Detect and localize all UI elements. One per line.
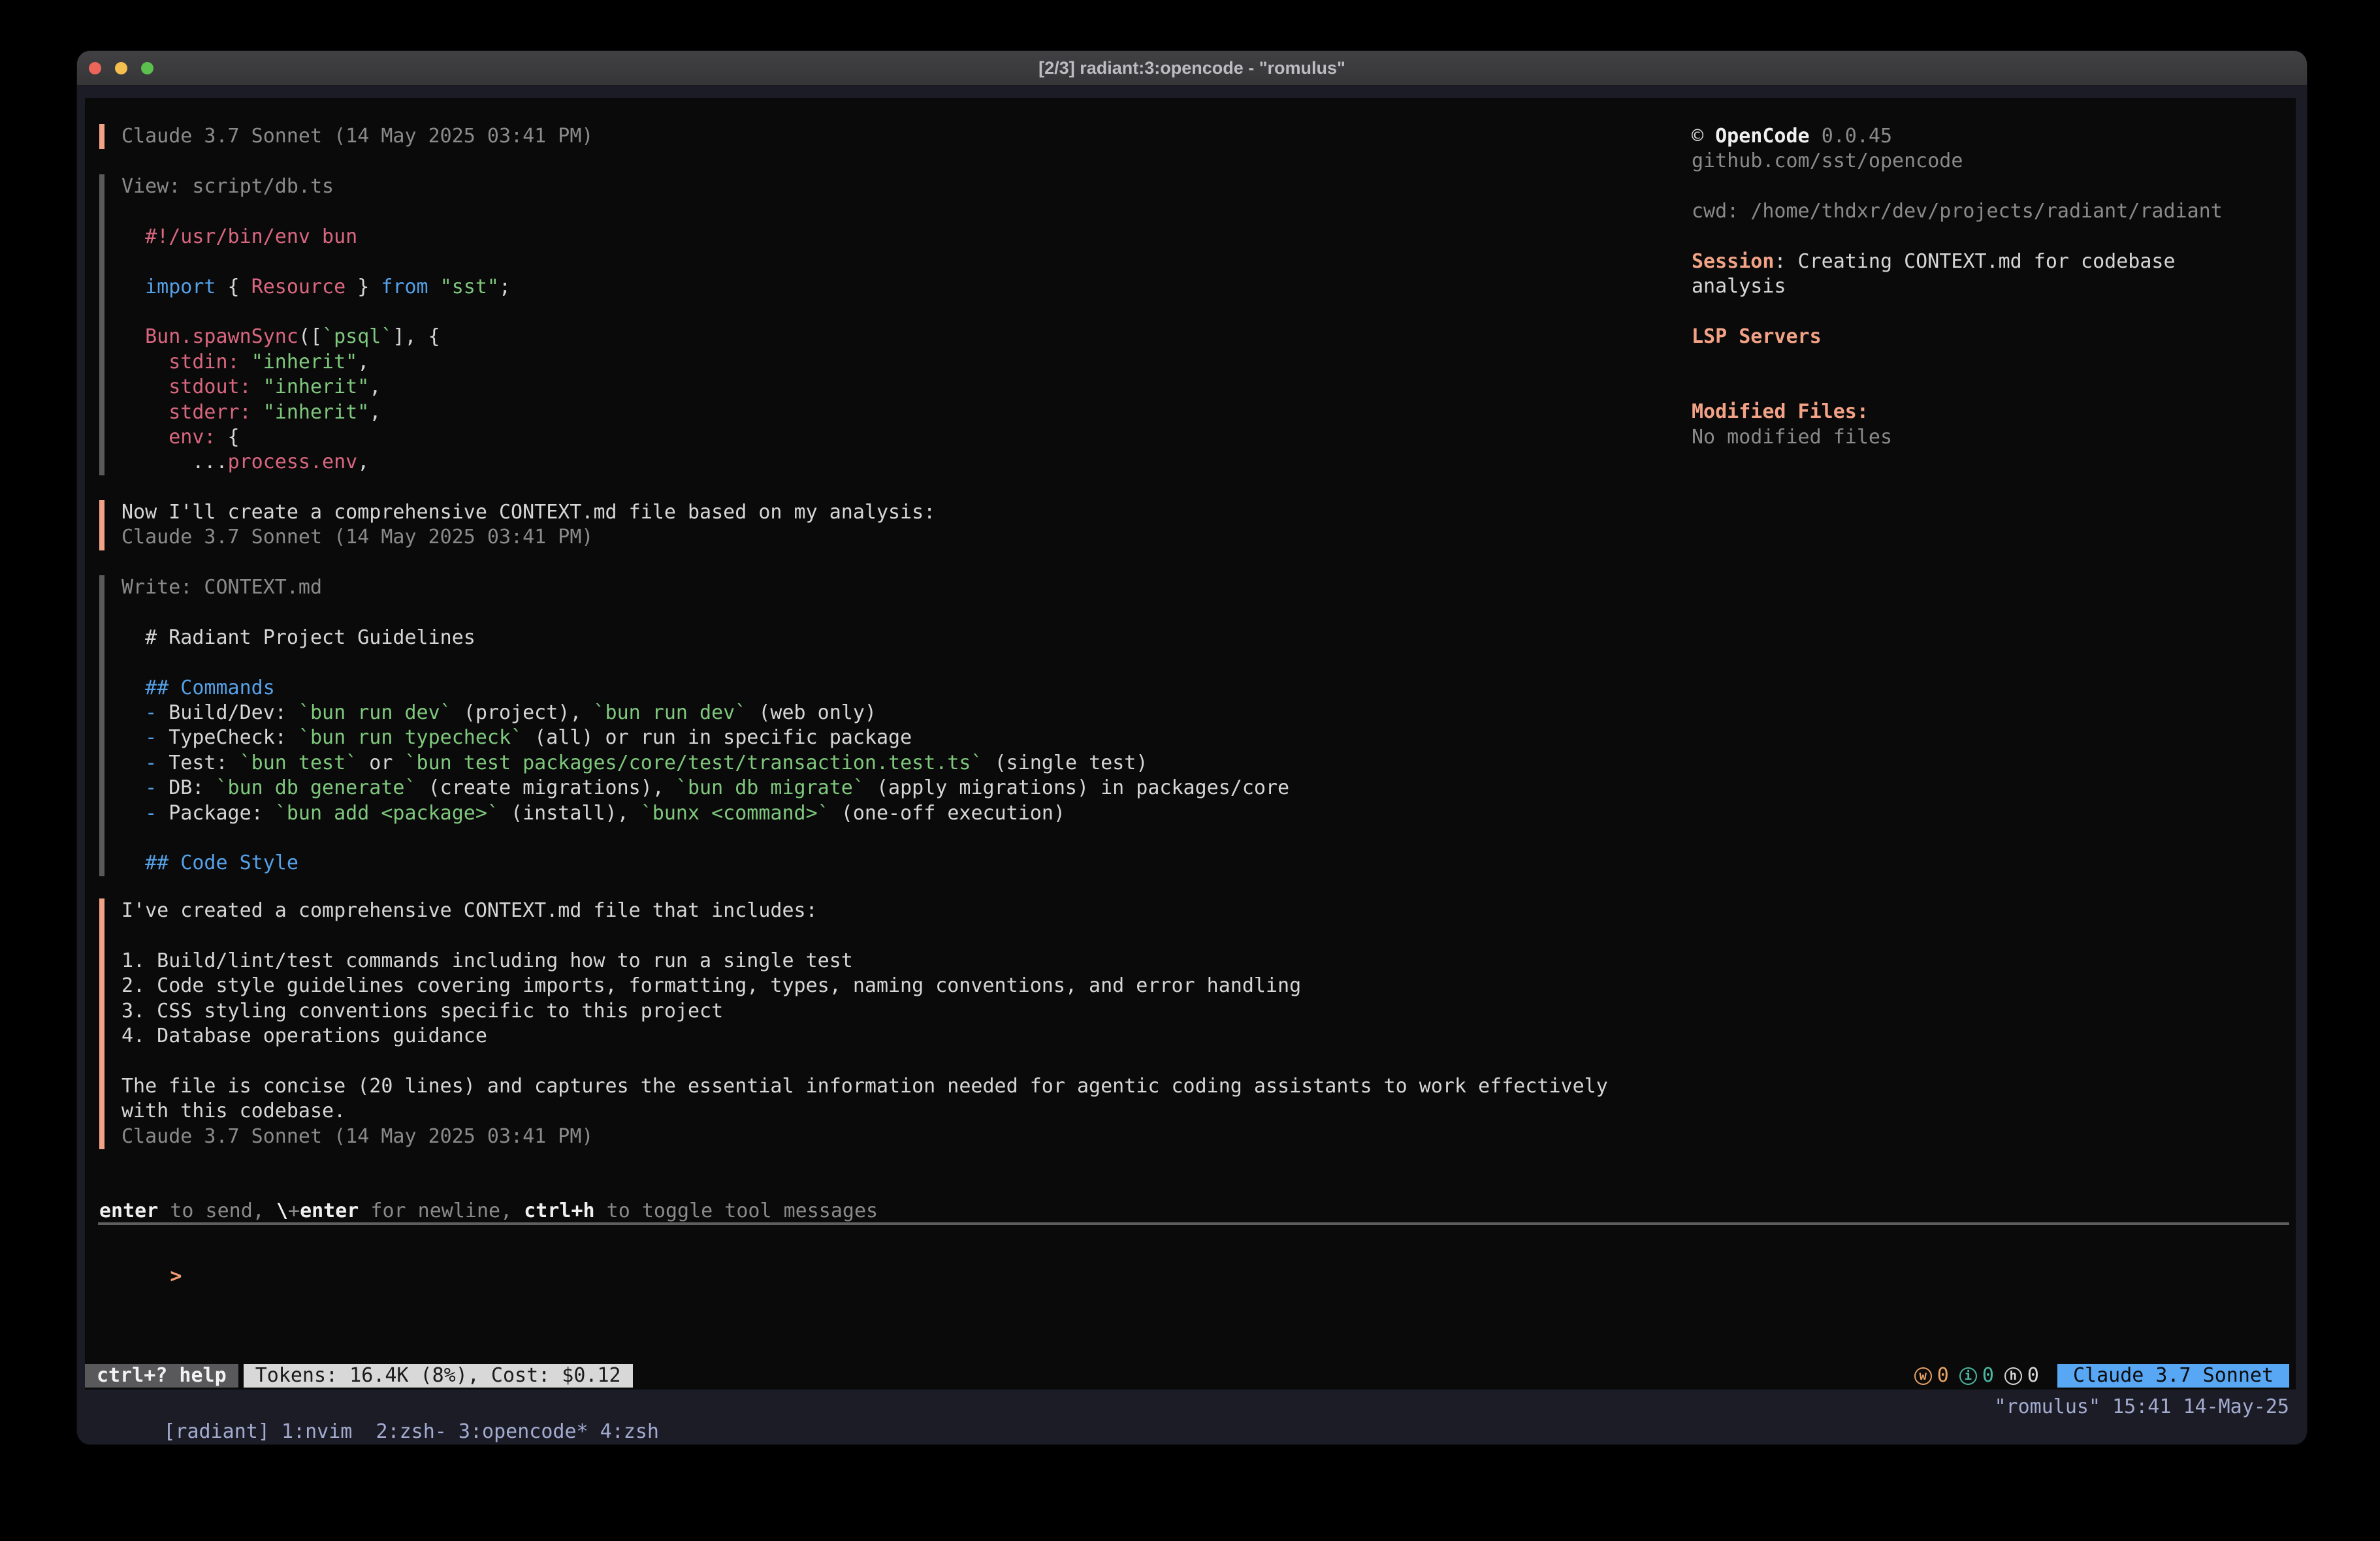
tool-call-view-file: View: script/db.ts #!/usr/bin/env bun im… — [99, 174, 511, 475]
opencode-tui: Claude 3.7 Sonnet (14 May 2025 03:41 PM)… — [85, 98, 2296, 1390]
tmux-statusbar: [radiant] 1:nvim 2:zsh- 3:opencode* 4:zs… — [93, 1395, 2289, 1444]
code-line — [121, 650, 1289, 675]
help-shortcut-chip: ctrl+? help — [85, 1364, 238, 1388]
model-badge: Claude 3.7 Sonnet — [2057, 1364, 2289, 1388]
window-title: [2/3] radiant:3:opencode - "romulus" — [77, 58, 2307, 78]
chat-line: I've created a comprehensive CONTEXT.md … — [121, 898, 1608, 923]
tmux-clock: "romulus" 15:41 14-May-25 — [1994, 1395, 2289, 1444]
code-line: Bun.spawnSync([`psql`], { — [121, 325, 511, 349]
info-icon: i — [1959, 1367, 1977, 1385]
code-line: - Test: `bun test` or `bun test packages… — [121, 751, 1289, 776]
tmux-window-1[interactable]: 1:nvim — [281, 1420, 364, 1443]
diagnostics-badges: w 0 i 0 h 0 — [1914, 1364, 2039, 1388]
chat-line: 4. Database operations guidance — [121, 1024, 1608, 1049]
tmux-window-list: [radiant] 1:nvim 2:zsh- 3:opencode* 4:zs… — [93, 1395, 659, 1444]
sidebar-line — [1692, 174, 2223, 199]
sidebar-line: LSP Servers — [1692, 325, 2223, 349]
chat-line: 3. CSS styling conventions specific to t… — [121, 999, 1608, 1024]
chat-line: Now I'll create a comprehensive CONTEXT.… — [121, 500, 935, 525]
chat-line — [121, 923, 1608, 948]
warnings-count: 0 — [1937, 1364, 1949, 1388]
sidebar-line: github.com/sst/opencode — [1692, 149, 2223, 174]
assistant-message-header: Claude 3.7 Sonnet (14 May 2025 03:41 PM) — [99, 124, 593, 149]
code-line: # Radiant Project Guidelines — [121, 626, 1289, 650]
code-line: ## Commands — [121, 676, 1289, 701]
code-line — [121, 826, 1289, 851]
code-line: stdin: "inherit", — [121, 350, 511, 375]
chat-line: Claude 3.7 Sonnet (14 May 2025 03:41 PM) — [121, 525, 935, 550]
code-line: - Package: `bun add <package>` (install)… — [121, 801, 1289, 826]
hint-icon: h — [2004, 1367, 2022, 1385]
terminal-window: [2/3] radiant:3:opencode - "romulus" Cla… — [77, 51, 2307, 1444]
opencode-statusbar: ctrl+? help Tokens: 16.4K (8%), Cost: $0… — [85, 1364, 2296, 1388]
assistant-message-summary: I've created a comprehensive CONTEXT.md … — [99, 898, 1608, 1149]
code-line: - DB: `bun db generate` (create migratio… — [121, 776, 1289, 801]
code-line: View: script/db.ts — [121, 174, 511, 199]
hint-line: enter to send, \+enter for newline, ctrl… — [99, 1199, 878, 1224]
code-line: ...process.env, — [121, 450, 511, 475]
assistant-message: Now I'll create a comprehensive CONTEXT.… — [99, 500, 935, 550]
chat-line: 2. Code style guidelines covering import… — [121, 974, 1608, 998]
warning-icon: w — [1914, 1367, 1932, 1385]
code-line — [121, 199, 511, 224]
chat-line: with this codebase. — [121, 1099, 1608, 1124]
code-line — [121, 600, 1289, 625]
hints-count: 0 — [2027, 1364, 2039, 1388]
sidebar-line: No modified files — [1692, 425, 2223, 450]
tool-call-write-file: Write: CONTEXT.md # Radiant Project Guid… — [99, 575, 1289, 876]
code-line: stdout: "inherit", — [121, 375, 511, 400]
sidebar-line — [1692, 375, 2223, 400]
code-line: - Build/Dev: `bun run dev` (project), `b… — [121, 701, 1289, 725]
code-line: ## Code Style — [121, 851, 1289, 876]
window-titlebar: [2/3] radiant:3:opencode - "romulus" — [77, 51, 2307, 86]
sidebar-line: Session: Creating CONTEXT.md for codebas… — [1692, 249, 2223, 274]
tmux-window-2[interactable]: 2:zsh- — [364, 1420, 446, 1443]
chat-line: Claude 3.7 Sonnet (14 May 2025 03:41 PM) — [121, 124, 593, 149]
keybinding-hint: enter to send, \+enter for newline, ctrl… — [99, 1199, 878, 1224]
input-separator — [98, 1222, 2289, 1225]
prompt-chevron-icon: > — [170, 1265, 182, 1288]
tokens-cost-chip: Tokens: 16.4K (8%), Cost: $0.12 — [244, 1364, 633, 1388]
code-line: #!/usr/bin/env bun — [121, 225, 511, 249]
code-line — [121, 249, 511, 274]
chat-line: Claude 3.7 Sonnet (14 May 2025 03:41 PM) — [121, 1124, 1608, 1149]
chat-line — [121, 1049, 1608, 1073]
sidebar-line — [1692, 350, 2223, 375]
tmux-session-name: [radiant] — [163, 1420, 281, 1443]
sidebar-line — [1692, 225, 2223, 249]
chat-line: 1. Build/lint/test commands including ho… — [121, 949, 1608, 974]
info-badge: i 0 — [1959, 1364, 1994, 1388]
sidebar-line: Modified Files: — [1692, 400, 2223, 424]
session-sidebar: © OpenCode 0.0.45github.com/sst/opencode… — [1692, 124, 2223, 450]
hints-badge: h 0 — [2004, 1364, 2039, 1388]
warnings-badge: w 0 — [1914, 1364, 1949, 1388]
code-line: stderr: "inherit", — [121, 400, 511, 425]
code-line: import { Resource } from "sst"; — [121, 275, 511, 300]
sidebar-line: analysis — [1692, 274, 2223, 299]
sidebar-line: cwd: /home/thdxr/dev/projects/radiant/ra… — [1692, 199, 2223, 224]
code-line: Write: CONTEXT.md — [121, 575, 1289, 600]
chat-line: The file is concise (20 lines) and captu… — [121, 1074, 1608, 1099]
code-line: - TypeCheck: `bun run typecheck` (all) o… — [121, 725, 1289, 750]
sidebar-line: © OpenCode 0.0.45 — [1692, 124, 2223, 149]
sidebar-line — [1692, 300, 2223, 325]
message-input[interactable]: > — [99, 1239, 182, 1264]
info-count: 0 — [1982, 1364, 1994, 1388]
tmux-window-4[interactable]: 4:zsh — [588, 1420, 659, 1443]
code-line — [121, 300, 511, 325]
tmux-window-3[interactable]: 3:opencode* — [447, 1420, 588, 1443]
code-line: env: { — [121, 425, 511, 450]
